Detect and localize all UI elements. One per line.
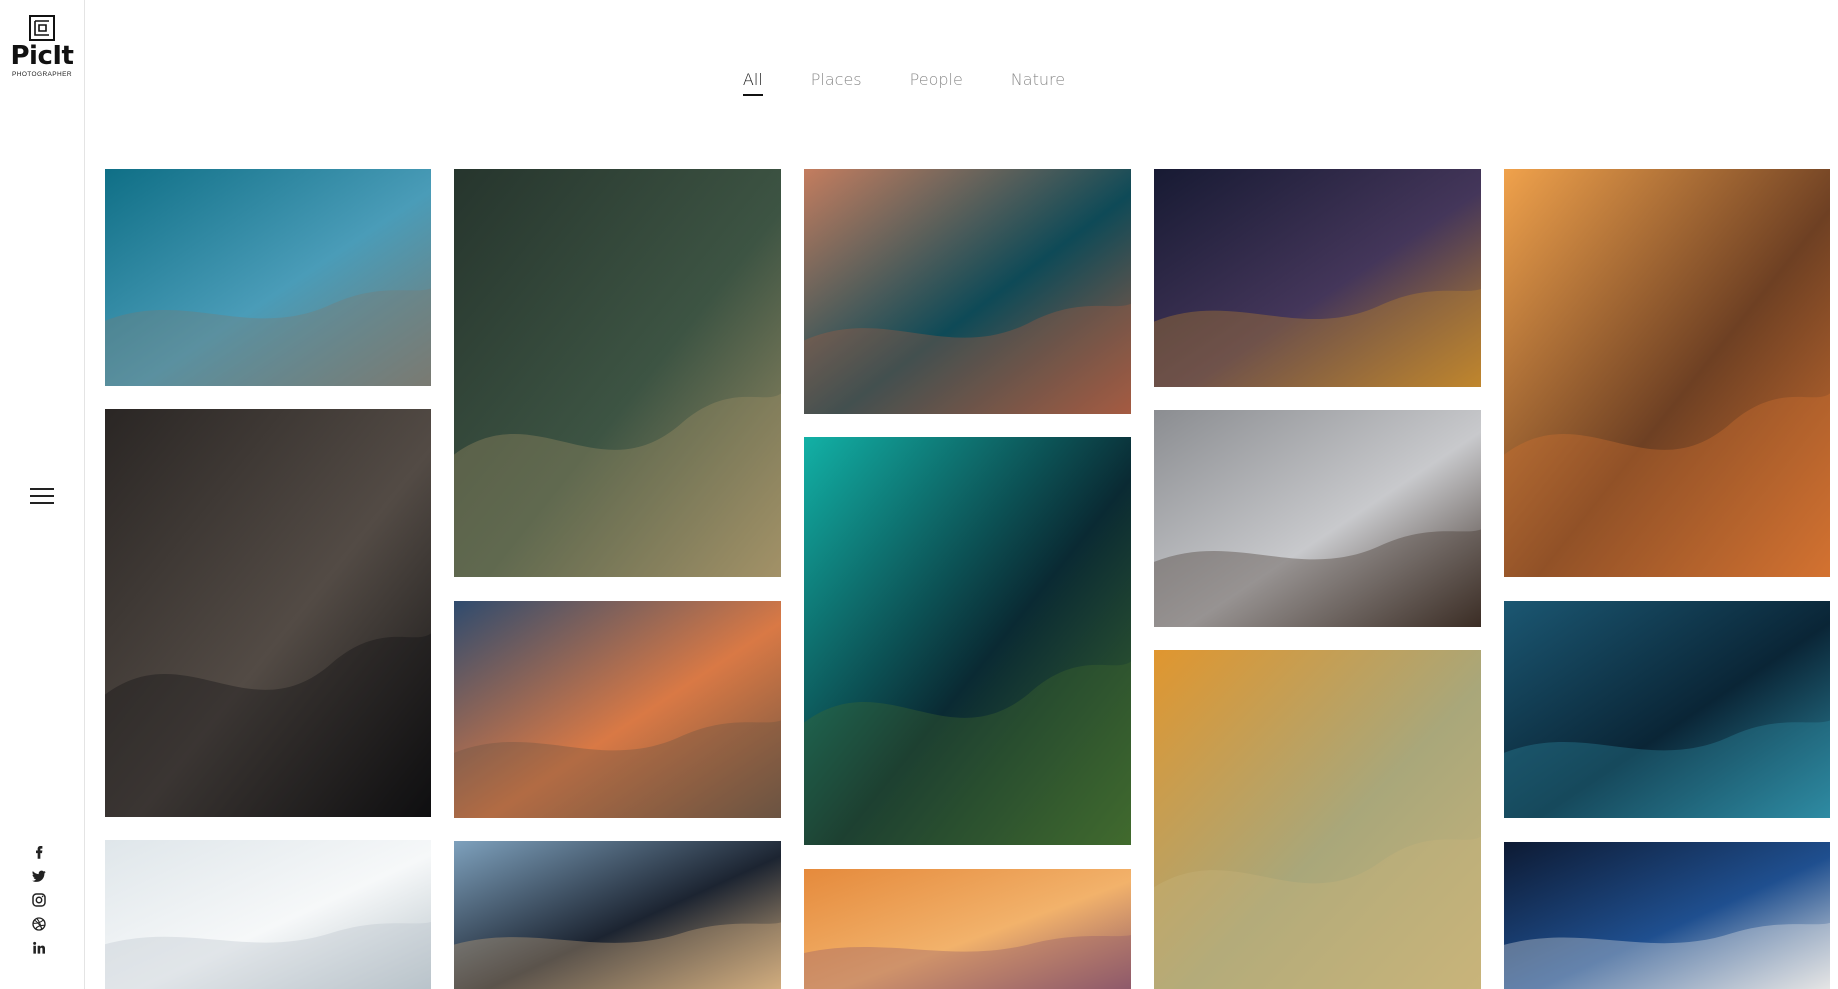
photo-city-waterfront-buildings[interactable] bbox=[1154, 410, 1481, 627]
photo-image bbox=[1504, 169, 1830, 577]
photo-image bbox=[1154, 650, 1481, 989]
photo-night-city-view[interactable] bbox=[1154, 169, 1481, 387]
photo-image bbox=[1154, 410, 1481, 627]
photo-image bbox=[804, 437, 1131, 845]
photo-cliff-sunrise[interactable] bbox=[1504, 169, 1830, 577]
photo-aerial-turquoise-coast[interactable] bbox=[804, 437, 1131, 845]
photo-gallery bbox=[0, 0, 1838, 989]
photo-seaside-castle[interactable] bbox=[105, 169, 431, 386]
photo-image bbox=[1504, 601, 1830, 818]
photo-orange-sky-clouds[interactable] bbox=[804, 869, 1131, 989]
photo-image bbox=[105, 840, 431, 989]
photo-white-architecture[interactable] bbox=[105, 840, 431, 989]
photo-image bbox=[454, 841, 781, 989]
photo-image bbox=[804, 169, 1131, 414]
photo-image bbox=[454, 601, 781, 818]
photo-image bbox=[105, 169, 431, 386]
photo-aerial-red-rocks-tents[interactable] bbox=[804, 169, 1131, 414]
photo-woman-sitting-court[interactable] bbox=[1154, 650, 1481, 989]
photo-image bbox=[105, 409, 431, 817]
photo-blue-car-detail[interactable] bbox=[1504, 842, 1830, 989]
photo-image bbox=[1154, 169, 1481, 387]
photo-image bbox=[804, 869, 1131, 989]
photo-man-skyline[interactable] bbox=[454, 841, 781, 989]
photo-image bbox=[1504, 842, 1830, 989]
photo-beach-sunset-umbrellas[interactable] bbox=[454, 601, 781, 818]
photo-woman-black-jacket[interactable] bbox=[105, 409, 431, 817]
photo-image bbox=[454, 169, 781, 577]
photo-forest-suspension-bridge[interactable] bbox=[454, 169, 781, 577]
photo-aquarium-woman[interactable] bbox=[1504, 601, 1830, 818]
